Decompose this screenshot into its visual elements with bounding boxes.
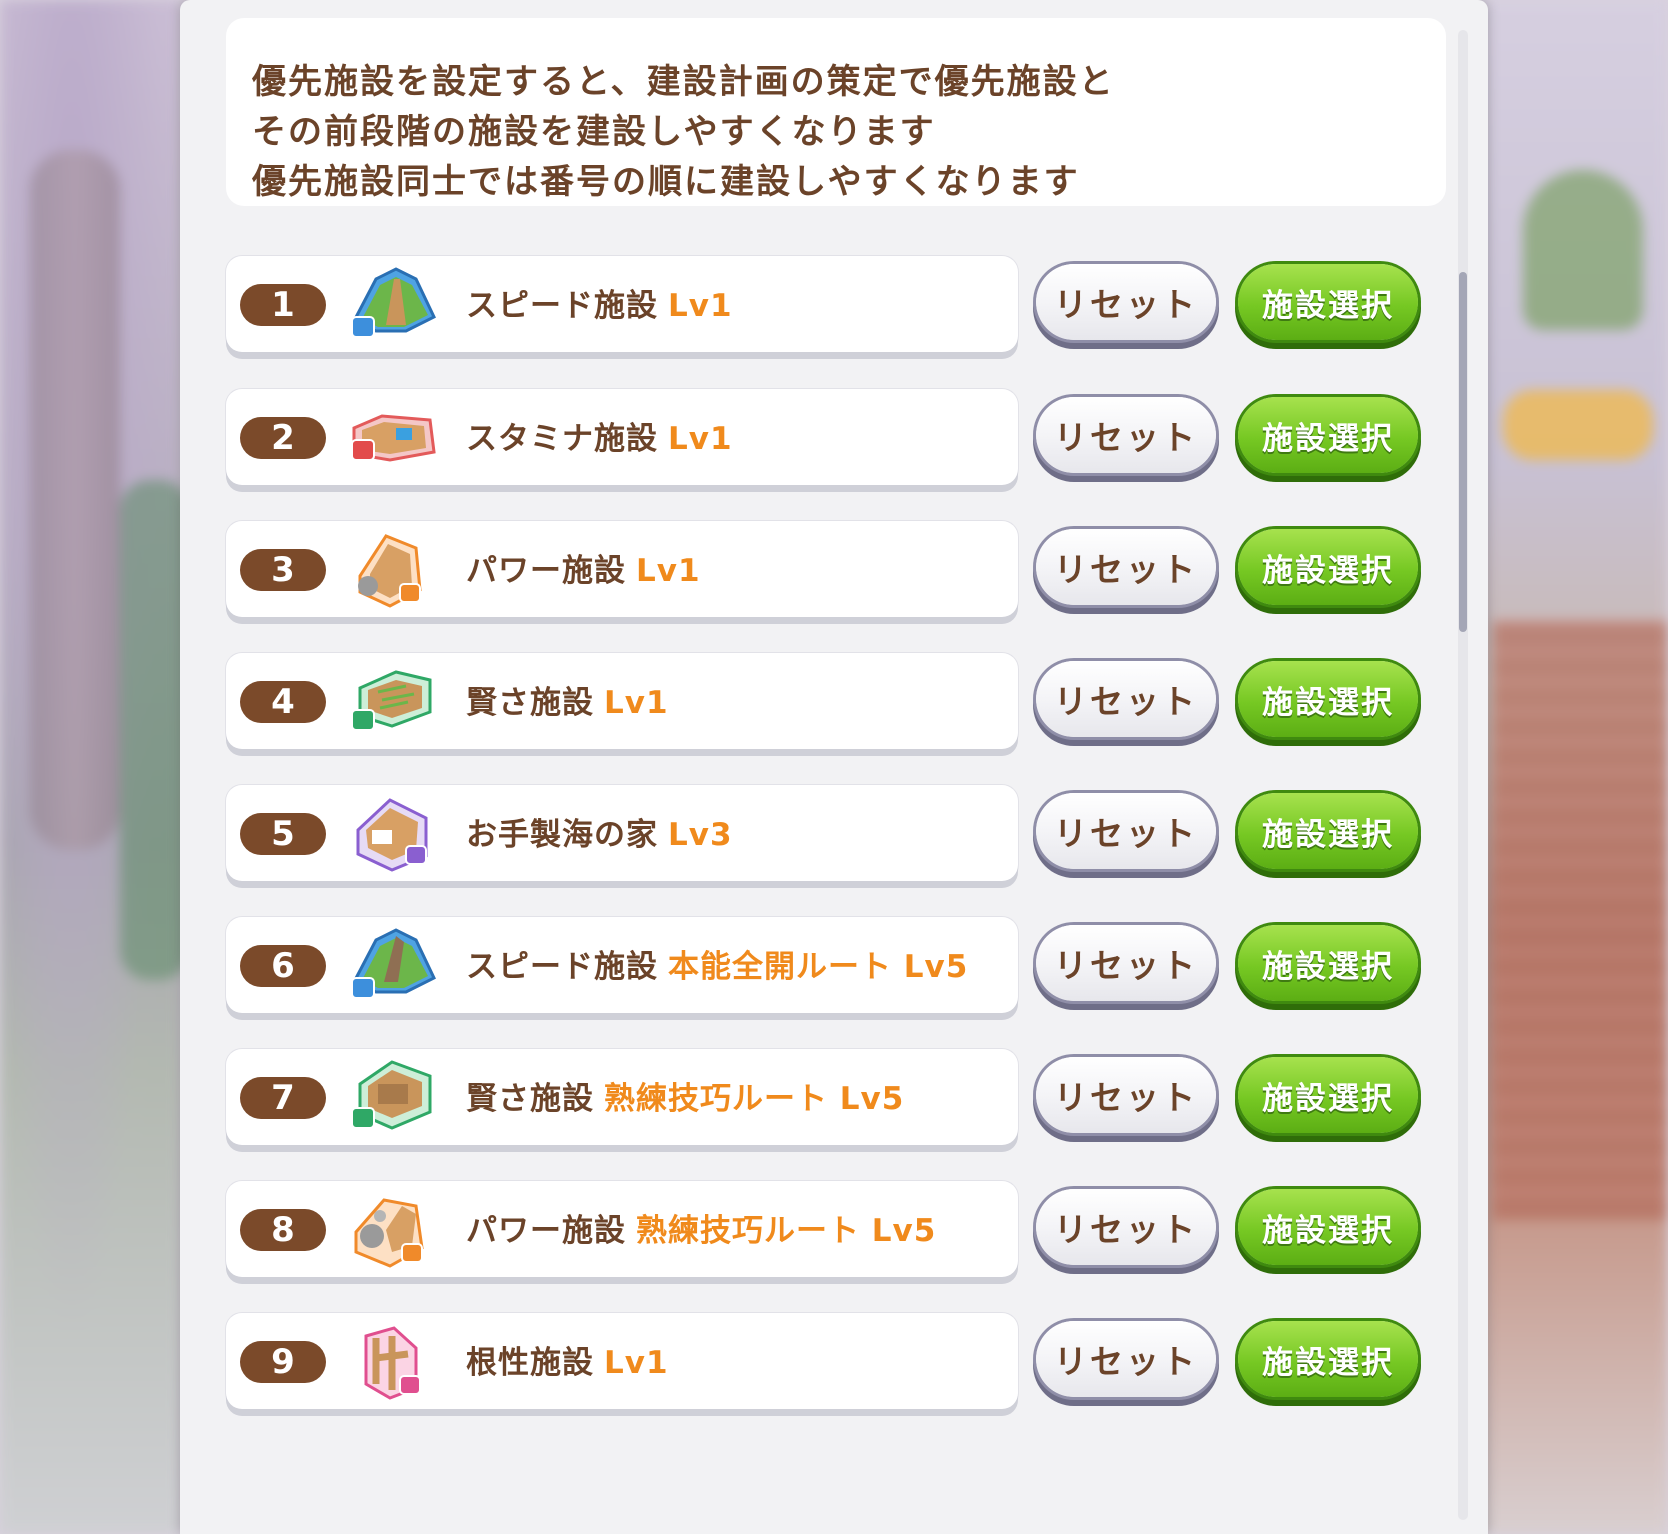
reset-button[interactable]: リセット: [1036, 1321, 1216, 1397]
wisdom-facility-icon: [351, 670, 432, 731]
facility-name: 賢さ施設: [466, 1081, 594, 1117]
priority-number: 6: [240, 945, 326, 987]
priority-number: 9: [240, 1341, 326, 1383]
facility-name: スピード施設: [466, 949, 658, 985]
stamina-facility-icon: [351, 414, 436, 462]
brick-wall-blur: [1493, 620, 1668, 1220]
info-box: 優先施設を設定すると、建設計画の策定で優先施設と その前段階の施設を建設しやすく…: [226, 18, 1446, 206]
priority-number: 4: [240, 681, 326, 723]
reset-button[interactable]: リセット: [1036, 925, 1216, 1001]
priority-number: 5: [240, 813, 326, 855]
reset-button[interactable]: リセット: [1036, 1189, 1216, 1265]
tree-trunk-blur: [30, 150, 120, 850]
select-facility-button[interactable]: 施設選択: [1238, 397, 1418, 473]
facility-label: スピード施設 Lv1: [466, 280, 733, 325]
facility-row-5: 5 お手製海の家 Lv3 リセット 施設選択: [226, 785, 1456, 889]
facility-level: Lv1: [636, 553, 701, 589]
facility-label: 根性施設 Lv1: [466, 1337, 669, 1382]
speed-facility-icon: [351, 928, 436, 999]
facility-name: パワー施設: [466, 553, 626, 589]
select-facility-button[interactable]: 施設選択: [1238, 1189, 1418, 1265]
select-facility-button[interactable]: 施設選択: [1238, 264, 1418, 340]
info-line-2: その前段階の施設を建設しやすくなります: [252, 112, 936, 152]
select-facility-button[interactable]: 施設選択: [1238, 529, 1418, 605]
facility-name: スタミナ施設: [466, 421, 658, 457]
beach-house-icon: [356, 798, 428, 872]
facility-card: 5 お手製海の家 Lv3: [226, 785, 1018, 881]
select-facility-button[interactable]: 施設選択: [1238, 661, 1418, 737]
facility-row-4: 4 賢さ施設 Lv1 リセット 施設選択: [226, 653, 1456, 757]
facility-level: 熟練技巧ルート Lv5: [636, 1213, 937, 1249]
character-blur: [1523, 170, 1643, 330]
facility-level: Lv1: [604, 1345, 669, 1381]
facility-card: 6 スピード施設 本能全開ルート Lv5: [226, 917, 1018, 1013]
power-facility-icon: [354, 1198, 424, 1268]
select-facility-button[interactable]: 施設選択: [1238, 1321, 1418, 1397]
priority-number: 8: [240, 1209, 326, 1251]
facility-card: 3 パワー施設 Lv1: [226, 521, 1018, 617]
scrollbar-track[interactable]: [1458, 30, 1468, 1520]
facility-row-9: 9 根性施設 Lv1 リセット 施設選択: [226, 1313, 1456, 1417]
facility-card: 7 賢さ施設 熟練技巧ルート Lv5: [226, 1049, 1018, 1145]
facility-name: パワー施設: [466, 1213, 626, 1249]
priority-number: 2: [240, 417, 326, 459]
priority-number: 3: [240, 549, 326, 591]
reset-button[interactable]: リセット: [1036, 529, 1216, 605]
facility-level: Lv1: [604, 685, 669, 721]
facility-level: Lv1: [668, 288, 733, 324]
select-facility-button[interactable]: 施設選択: [1238, 925, 1418, 1001]
facility-level: 熟練技巧ルート Lv5: [604, 1081, 905, 1117]
priority-number: 1: [240, 284, 326, 326]
scrollbar-thumb[interactable]: [1459, 272, 1467, 632]
info-line-3: 優先施設同士では番号の順に建設しやすくなります: [252, 162, 1080, 202]
info-line-1: 優先施設を設定すると、建設計画の策定で優先施設と: [252, 62, 1115, 102]
facility-card: 8 パワー施設 熟練技巧ルート Lv5: [226, 1181, 1018, 1277]
reset-button[interactable]: リセット: [1036, 1057, 1216, 1133]
facility-card: 4 賢さ施設 Lv1: [226, 653, 1018, 749]
facility-row-1: 1 スピード施設 Lv1 リセット 施設選択: [226, 256, 1456, 360]
facility-card: 2 スタミナ施設 Lv1: [226, 389, 1018, 485]
facility-row-2: 2 スタミナ施設 Lv1 リセット 施設選択: [226, 389, 1456, 493]
facility-name: 賢さ施設: [466, 685, 594, 721]
facility-label: スピード施設 本能全開ルート Lv5: [466, 941, 968, 986]
guts-facility-icon: [364, 1326, 421, 1400]
facility-name: 根性施設: [466, 1345, 594, 1381]
facility-level: Lv1: [668, 421, 733, 457]
background-right: [1483, 0, 1668, 1534]
facility-label: お手製海の家 Lv3: [466, 809, 733, 854]
facility-row-6: 6 スピード施設 本能全開ルート Lv5 リセット 施設選択: [226, 917, 1456, 1021]
priority-number: 7: [240, 1077, 326, 1119]
facility-name: お手製海の家: [466, 817, 658, 853]
reset-button[interactable]: リセット: [1036, 264, 1216, 340]
wisdom-facility-icon: [351, 1060, 432, 1130]
speed-facility-icon: [351, 267, 436, 338]
reset-button[interactable]: リセット: [1036, 661, 1216, 737]
facility-level: Lv3: [668, 817, 733, 853]
facility-name: スピード施設: [466, 288, 658, 324]
facility-label: スタミナ施設 Lv1: [466, 413, 733, 458]
facility-card: 1 スピード施設 Lv1: [226, 256, 1018, 352]
facility-label: 賢さ施設 Lv1: [466, 677, 669, 722]
facility-card: 9 根性施設 Lv1: [226, 1313, 1018, 1409]
select-facility-button[interactable]: 施設選択: [1238, 793, 1418, 869]
reset-button[interactable]: リセット: [1036, 793, 1216, 869]
badge-blur: [1503, 390, 1653, 460]
facility-row-3: 3 パワー施設 Lv1 リセット 施設選択: [226, 521, 1456, 625]
facility-row-7: 7 賢さ施設 熟練技巧ルート Lv5 リセット 施設選択: [226, 1049, 1456, 1153]
facility-label: パワー施設 熟練技巧ルート Lv5: [466, 1205, 936, 1250]
facility-label: 賢さ施設 熟練技巧ルート Lv5: [466, 1073, 904, 1118]
background-left: [0, 0, 190, 1534]
power-facility-icon: [358, 534, 422, 608]
select-facility-button[interactable]: 施設選択: [1238, 1057, 1418, 1133]
facility-label: パワー施設 Lv1: [466, 545, 701, 590]
priority-facility-panel: 優先施設を設定すると、建設計画の策定で優先施設と その前段階の施設を建設しやすく…: [180, 0, 1488, 1534]
facility-level: 本能全開ルート Lv5: [668, 949, 969, 985]
reset-button[interactable]: リセット: [1036, 397, 1216, 473]
facility-row-8: 8 パワー施設 熟練技巧ルート Lv5 リセット 施設選択: [226, 1181, 1456, 1285]
